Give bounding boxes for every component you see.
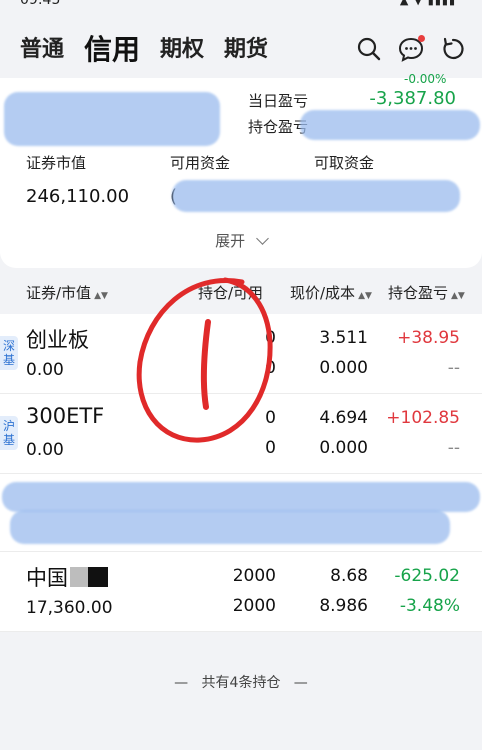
table-row[interactable]: 中国 17,360.00 2000 2000 8.68 8.986 -625.0… (0, 552, 482, 632)
expand-button[interactable]: 展开 (0, 230, 482, 251)
day-pl-label: 当日盈亏 (248, 92, 309, 110)
position-pl-percent: -- (447, 358, 460, 378)
redacted-position-pl (300, 110, 480, 140)
redacted-row-content (2, 482, 480, 512)
available-funds-label: 可用资金 (170, 154, 231, 172)
col-position: 持仓/可用 (198, 284, 264, 302)
exchange-badge: 深基 (0, 336, 18, 370)
redacted-name-part (88, 567, 108, 587)
position-pl-percent: -3.48% (399, 596, 460, 616)
redacted-name-part (70, 567, 88, 587)
table-row[interactable] (0, 474, 482, 552)
header-actions (340, 35, 466, 62)
col-pl-label: 持仓盈亏 (388, 284, 449, 302)
position-pl: +102.85 (386, 408, 460, 428)
holdings-count-text: 共有4条持仓 (201, 675, 281, 691)
current-price: 3.511 (319, 328, 368, 348)
stock-name: 300ETF (26, 404, 105, 428)
cost-price: 0.000 (319, 358, 368, 378)
current-price: 8.68 (330, 566, 368, 586)
expand-label: 展开 (215, 232, 246, 250)
holdings-count: — 共有4条持仓 — (174, 675, 308, 691)
col-price-label: 现价/成本 (290, 284, 356, 302)
tab-credit[interactable]: 信用 (84, 32, 140, 68)
account-tabs: 普通 信用 期权 期货 (20, 32, 288, 68)
sort-by-stock[interactable]: 证券/市值 ▲▼ (26, 282, 108, 303)
exchange-badge: 沪基 (0, 416, 18, 450)
stock-market-value: 0.00 (26, 360, 64, 380)
redacted-funds (172, 180, 460, 212)
chevron-down-icon (256, 232, 269, 245)
stock-market-value: 17,360.00 (26, 598, 113, 618)
signal-icon: ▲ ▼ ▮▮▮▮ (399, 0, 456, 7)
account-summary-card: -0.00% 当日盈亏 -3,387.80 持仓盈亏 证券市值 可用资金 可取资… (0, 72, 482, 268)
refresh-icon[interactable] (440, 36, 466, 62)
market-value-label: 证券市值 (26, 154, 87, 172)
position-qty: 2000 (232, 566, 276, 586)
day-pl-value: -3,387.80 (369, 88, 456, 109)
stock-name: 中国 (26, 562, 108, 592)
available-qty: 0 (265, 438, 276, 458)
sort-icon: ▲▼ (358, 291, 372, 301)
col-stock-label: 证券/市值 (26, 284, 92, 302)
stock-name-text: 中国 (26, 566, 68, 590)
total-pl-percent: -0.00% (404, 72, 447, 86)
available-qty: 2000 (232, 596, 276, 616)
status-time: 09:45 (20, 0, 61, 8)
header: 普通 信用 期权 期货 (0, 14, 482, 80)
table-row[interactable]: 深基 创业板 0.00 0 0 3.511 0.000 +38.95 -- (0, 314, 482, 394)
position-pl-percent: -- (447, 438, 460, 458)
unread-dot (418, 35, 425, 42)
stock-name: 创业板 (26, 328, 89, 352)
cost-price: 0.000 (319, 438, 368, 458)
redacted-row-content (10, 510, 450, 544)
current-price: 4.694 (319, 408, 368, 428)
search-icon[interactable] (356, 36, 382, 62)
sort-by-pl[interactable]: 持仓盈亏 ▲▼ (388, 282, 465, 303)
tab-futures[interactable]: 期货 (224, 32, 268, 68)
available-qty: 0 (265, 358, 276, 378)
position-pl-label: 持仓盈亏 (248, 118, 309, 136)
tab-normal[interactable]: 普通 (20, 32, 64, 68)
sort-by-price[interactable]: 现价/成本 ▲▼ (290, 282, 372, 303)
holdings-column-header: 证券/市值 ▲▼ 持仓/可用 现价/成本 ▲▼ 持仓盈亏 ▲▼ (0, 268, 482, 314)
cost-price: 8.986 (319, 596, 368, 616)
redacted-total-assets (4, 92, 220, 146)
tab-options[interactable]: 期权 (160, 32, 204, 68)
sort-icon: ▲▼ (94, 291, 108, 301)
market-value: 246,110.00 (26, 186, 130, 207)
table-row[interactable]: 沪基 300ETF 0.00 0 0 4.694 0.000 +102.85 -… (0, 394, 482, 474)
status-bar: 09:45 ▲ ▼ ▮▮▮▮ (0, 0, 482, 14)
sort-icon: ▲▼ (451, 291, 465, 301)
stock-market-value: 0.00 (26, 440, 64, 460)
position-qty: 0 (265, 408, 276, 428)
message-icon[interactable] (398, 35, 425, 62)
position-pl: +38.95 (397, 328, 460, 348)
withdrawable-funds-label: 可取资金 (314, 154, 375, 172)
position-qty: 0 (265, 328, 276, 348)
position-pl: -625.02 (394, 566, 460, 586)
